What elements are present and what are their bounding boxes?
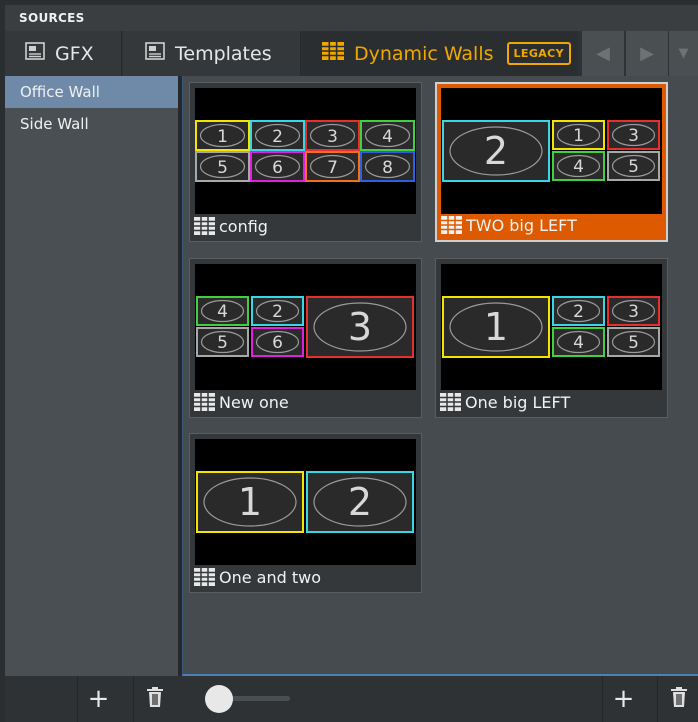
chevron-right-icon: ▶ <box>640 43 654 64</box>
sidebar-item-office-wall[interactable]: Office Wall <box>5 76 178 108</box>
wall-list: Office Wall Side Wall <box>5 76 178 676</box>
layout-card-label: One and two <box>194 566 321 588</box>
cell-label: 2 <box>348 480 372 524</box>
tab-templates[interactable]: Templates <box>123 31 301 76</box>
templates-icon <box>145 42 165 65</box>
zoom-slider-thumb[interactable] <box>205 685 233 713</box>
layout-name: TWO big LEFT <box>466 215 577 235</box>
layout-name: One and two <box>219 567 321 587</box>
tab-templates-label: Templates <box>175 42 272 65</box>
cell-label: 2 <box>272 127 283 147</box>
layout-preview: 2 1 3 4 5 <box>441 88 662 214</box>
grid-icon <box>322 42 344 65</box>
delete-layout-button[interactable] <box>657 676 698 722</box>
panel-header: SOURCES <box>5 5 698 31</box>
cell-label: 1 <box>217 127 228 147</box>
cell-label: 2 <box>484 129 508 173</box>
bottom-toolbar: + + <box>5 676 698 722</box>
cell-label: 2 <box>573 302 584 322</box>
layout-card-new-one[interactable]: 4 2 3 5 6 New one <box>189 258 422 418</box>
tab-gfx-label: GFX <box>55 42 94 65</box>
cell-label: 4 <box>573 157 584 177</box>
tab-gfx[interactable]: GFX <box>5 31 122 76</box>
grid-icon <box>194 217 215 235</box>
add-layout-button[interactable]: + <box>602 676 644 722</box>
layout-card-one-big-left[interactable]: 1 2 3 4 5 One big LEFT <box>435 258 668 418</box>
cell-label: 5 <box>217 158 228 178</box>
cell-label: 1 <box>573 126 584 146</box>
cell-label: 1 <box>484 305 508 349</box>
delete-wall-button[interactable] <box>133 676 175 722</box>
grid-icon <box>194 568 215 586</box>
cell-label: 5 <box>628 333 639 353</box>
cell-label: 1 <box>238 480 262 524</box>
tab-dynamic-walls-label: Dynamic Walls <box>354 42 494 65</box>
layout-preview: 1 2 3 4 5 <box>441 264 662 390</box>
trash-icon <box>146 684 163 714</box>
cell-label: 3 <box>327 127 338 147</box>
cell-label: 3 <box>348 305 372 349</box>
tab-dynamic-walls[interactable]: Dynamic Walls LEGACY <box>302 31 578 76</box>
chevron-left-icon: ◀ <box>596 43 610 64</box>
plus-icon: + <box>87 684 110 714</box>
cell-label: 6 <box>272 158 283 178</box>
cell-label: 3 <box>628 126 639 146</box>
add-wall-button[interactable]: + <box>77 676 119 722</box>
layout-name: One big LEFT <box>465 392 571 412</box>
layout-card-one-and-two[interactable]: 1 2 One and two <box>189 433 422 593</box>
scroll-right-button[interactable]: ▶ <box>626 31 668 76</box>
layout-preview: 1 2 <box>195 439 416 565</box>
cell-label: 2 <box>272 302 283 322</box>
layout-card-two-big-left[interactable]: 2 1 3 4 5 TWO big LEFT <box>435 82 668 242</box>
layout-grid: 1 2 3 4 5 6 7 8 config 2 1 3 4 5 TWO big… <box>182 76 698 676</box>
cell-label: 4 <box>217 302 228 322</box>
trash-icon <box>670 684 687 714</box>
plus-icon: + <box>612 684 635 714</box>
chevron-down-icon: ▼ <box>678 46 689 61</box>
cell-label: 5 <box>217 333 228 353</box>
gfx-icon <box>25 42 45 65</box>
tab-bar: GFX Templates Dynamic Walls LEGACY ◀ ▶ ▼ <box>5 31 698 76</box>
tab-menu-button[interactable]: ▼ <box>669 31 698 76</box>
layout-card-config[interactable]: 1 2 3 4 5 6 7 8 config <box>189 82 422 242</box>
grid-icon <box>194 393 215 411</box>
grid-icon <box>440 393 461 411</box>
layout-name: config <box>219 216 268 236</box>
layout-card-label: One big LEFT <box>440 391 570 413</box>
cell-label: 7 <box>327 158 338 178</box>
layout-name: New one <box>219 392 289 412</box>
legacy-badge: LEGACY <box>506 42 572 65</box>
cell-label: 3 <box>628 302 639 322</box>
grid-icon <box>441 216 462 234</box>
sidebar-item-side-wall[interactable]: Side Wall <box>5 108 178 140</box>
cell-label: 4 <box>573 333 584 353</box>
cell-label: 6 <box>272 333 283 353</box>
layout-preview: 4 2 3 5 6 <box>195 264 416 390</box>
cell-label: 4 <box>382 127 393 147</box>
scroll-left-button[interactable]: ◀ <box>582 31 624 76</box>
layout-preview: 1 2 3 4 5 6 7 8 <box>195 88 416 214</box>
cell-label: 8 <box>382 158 393 178</box>
layout-card-label: New one <box>194 391 289 413</box>
layout-card-label: TWO big LEFT <box>441 214 577 236</box>
layout-card-label: config <box>194 215 268 237</box>
panel-title: SOURCES <box>19 11 85 25</box>
cell-label: 5 <box>628 157 639 177</box>
